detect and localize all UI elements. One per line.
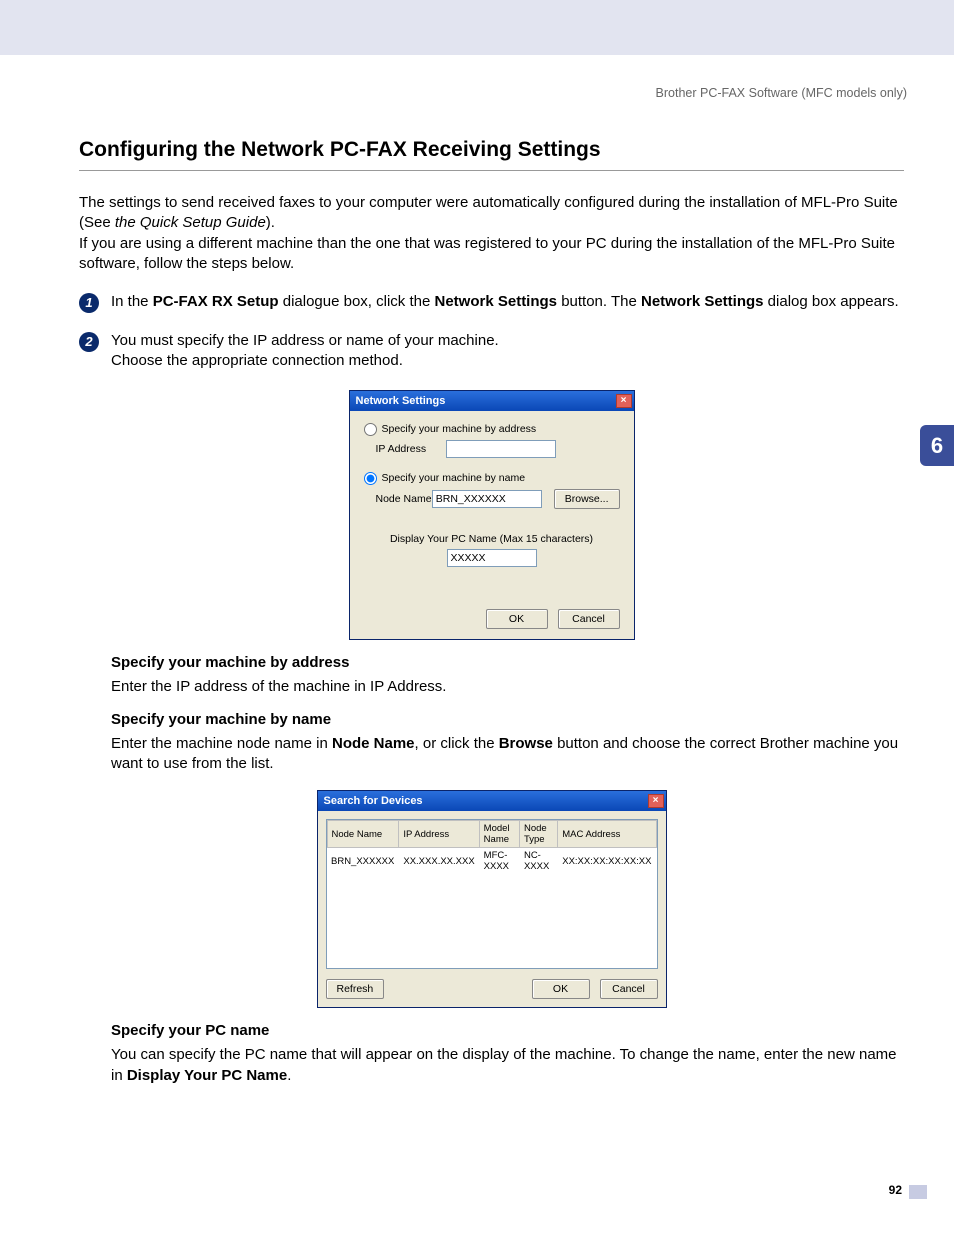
radio-specify-by-name[interactable]: Specify your machine by name	[364, 472, 620, 485]
radio-input[interactable]	[364, 472, 377, 485]
dialog-title: Search for Devices	[324, 795, 423, 807]
text: Display Your PC Name	[127, 1067, 287, 1084]
step-2-text: You must specify the IP address or name …	[111, 331, 904, 372]
intro-paragraph-2: If you are using a different machine tha…	[79, 234, 904, 275]
network-settings-dialog: Network Settings × Specify your machine …	[349, 390, 635, 640]
text: Enter the machine node name in	[111, 735, 332, 752]
cancel-button[interactable]: Cancel	[600, 979, 658, 999]
specify-by-name-heading: Specify your machine by name	[111, 711, 904, 728]
browse-button[interactable]: Browse...	[554, 489, 620, 509]
col-ip-address[interactable]: IP Address	[399, 821, 479, 848]
dialog-title: Network Settings	[356, 395, 446, 407]
close-icon[interactable]: ×	[648, 794, 664, 808]
dialog-titlebar: Search for Devices ×	[318, 791, 666, 811]
text: PC-FAX RX Setup	[153, 293, 279, 310]
table-row[interactable]: BRN_XXXXXX XX.XXX.XX.XXX MFC-XXXX NC-XXX…	[327, 848, 656, 875]
step-number-badge: 2	[79, 332, 99, 352]
devices-table: Node Name IP Address Model Name Node Typ…	[327, 820, 657, 874]
text: Network Settings	[641, 293, 764, 310]
devices-table-wrap: Node Name IP Address Model Name Node Typ…	[326, 819, 658, 969]
radio-specify-by-address[interactable]: Specify your machine by address	[364, 423, 620, 436]
step-1: 1 In the PC-FAX RX Setup dialogue box, c…	[79, 292, 904, 313]
cell: MFC-XXXX	[479, 848, 519, 875]
running-header: Brother PC-FAX Software (MFC models only…	[656, 86, 907, 100]
ok-button[interactable]: OK	[532, 979, 590, 999]
step-1-text: In the PC-FAX RX Setup dialogue box, cli…	[111, 292, 904, 312]
section-title: Configuring the Network PC-FAX Receiving…	[79, 138, 904, 171]
text: Node Name	[332, 735, 415, 752]
top-band	[0, 0, 954, 55]
col-node-name[interactable]: Node Name	[327, 821, 399, 848]
radio-input[interactable]	[364, 423, 377, 436]
dialog-titlebar: Network Settings ×	[350, 391, 634, 411]
col-model-name[interactable]: Model Name	[479, 821, 519, 848]
text: Network Settings	[435, 293, 558, 310]
text: the Quick Setup Guide	[115, 214, 266, 231]
step-number-badge: 1	[79, 293, 99, 313]
text: You must specify the IP address or name …	[111, 332, 499, 349]
col-node-type[interactable]: Node Type	[519, 821, 557, 848]
radio-label: Specify your machine by address	[382, 423, 537, 435]
cell: NC-XXXX	[519, 848, 557, 875]
close-icon[interactable]: ×	[616, 394, 632, 408]
col-mac-address[interactable]: MAC Address	[558, 821, 656, 848]
text: , or click the	[415, 735, 499, 752]
search-devices-dialog: Search for Devices × Node Name IP Addres…	[317, 790, 667, 1008]
page-marker	[909, 1185, 927, 1199]
cell: XX:XX:XX:XX:XX:XX	[558, 848, 656, 875]
text: In the	[111, 293, 153, 310]
node-name-input[interactable]	[432, 490, 542, 508]
specify-by-name-body: Enter the machine node name in Node Name…	[111, 734, 904, 775]
text: Choose the appropriate connection method…	[111, 352, 403, 369]
display-pc-name-label: Display Your PC Name (Max 15 characters)	[364, 533, 620, 545]
specify-pc-name-body: You can specify the PC name that will ap…	[111, 1045, 904, 1086]
cancel-button[interactable]: Cancel	[558, 609, 620, 629]
text: ).	[266, 214, 275, 231]
text: .	[287, 1067, 291, 1084]
text: dialog box appears.	[764, 293, 899, 310]
intro-paragraph-1: The settings to send received faxes to y…	[79, 193, 904, 234]
specify-by-address-heading: Specify your machine by address	[111, 654, 904, 671]
ip-address-input[interactable]	[446, 440, 556, 458]
text: button. The	[557, 293, 641, 310]
text: Browse	[499, 735, 553, 752]
display-pc-name-input[interactable]	[447, 549, 537, 567]
text: dialogue box, click the	[279, 293, 435, 310]
cell: XX.XXX.XX.XXX	[399, 848, 479, 875]
refresh-button[interactable]: Refresh	[326, 979, 385, 999]
chapter-tab: 6	[920, 425, 954, 466]
page-number: 92	[889, 1183, 902, 1197]
specify-by-address-body: Enter the IP address of the machine in I…	[111, 677, 904, 697]
specify-pc-name-heading: Specify your PC name	[111, 1022, 904, 1039]
cell: BRN_XXXXXX	[327, 848, 399, 875]
radio-label: Specify your machine by name	[382, 472, 526, 484]
step-2: 2 You must specify the IP address or nam…	[79, 331, 904, 372]
ok-button[interactable]: OK	[486, 609, 548, 629]
node-name-label: Node Name	[376, 493, 432, 505]
ip-address-label: IP Address	[376, 443, 446, 455]
